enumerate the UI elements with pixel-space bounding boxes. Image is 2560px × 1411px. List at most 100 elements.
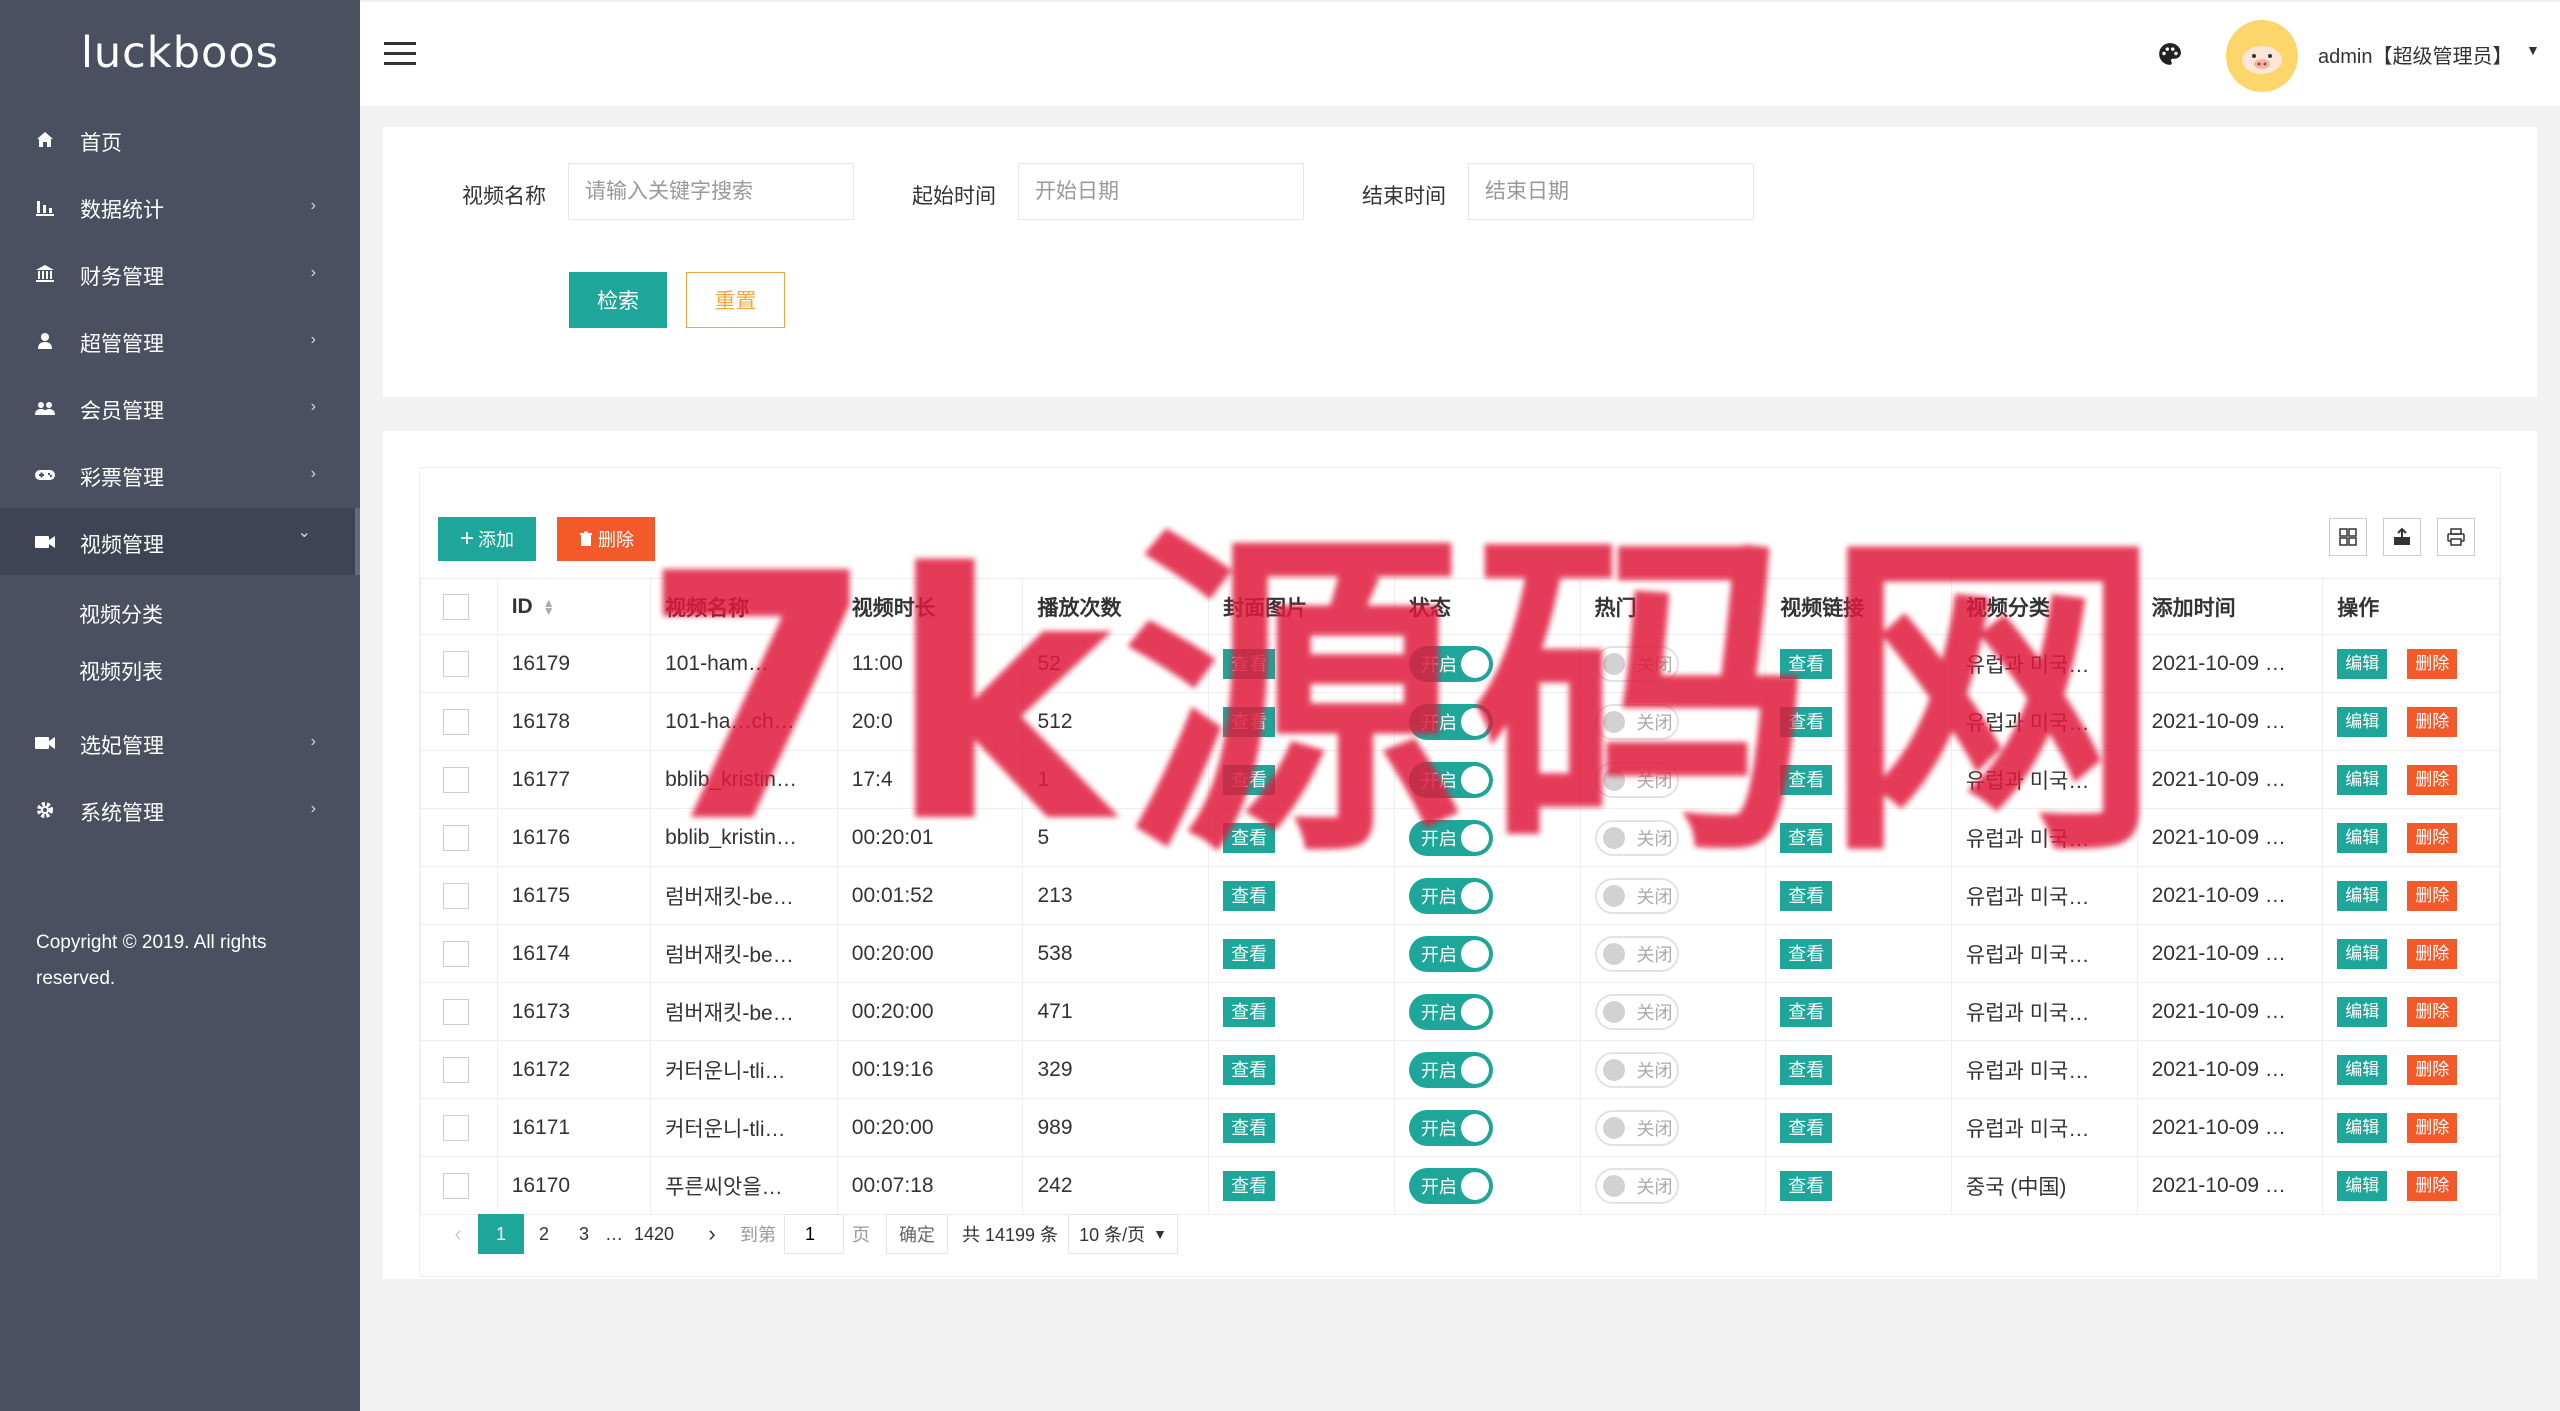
goto-page-input[interactable]: [784, 1214, 844, 1254]
page-3[interactable]: 3: [564, 1214, 604, 1254]
row-checkbox[interactable]: [443, 940, 469, 967]
delete-button[interactable]: 删除: [2407, 1054, 2458, 1085]
hot-toggle[interactable]: 关闭: [1594, 645, 1679, 682]
sort-icon[interactable]: ▲ ▼: [543, 597, 555, 617]
row-checkbox[interactable]: [443, 882, 469, 909]
sidebar-item-6[interactable]: 视频管理 ⌄: [0, 508, 360, 575]
add-button[interactable]: + 添加: [438, 517, 536, 561]
next-page-icon[interactable]: ›: [692, 1214, 732, 1254]
sidebar-subitem-1[interactable]: 视频列表: [0, 642, 360, 699]
status-toggle[interactable]: 开启: [1408, 645, 1493, 682]
status-toggle[interactable]: 开启: [1408, 761, 1493, 798]
status-toggle[interactable]: 开启: [1408, 1109, 1493, 1146]
goto-confirm-button[interactable]: 确定: [886, 1214, 948, 1254]
status-toggle[interactable]: 开启: [1408, 1051, 1493, 1088]
sidebar-subitem-0[interactable]: 视频分类: [0, 585, 360, 642]
edit-button[interactable]: 编辑: [2337, 1112, 2388, 1143]
status-toggle[interactable]: 开启: [1408, 819, 1493, 856]
row-checkbox[interactable]: [443, 650, 469, 677]
view-cover-button[interactable]: 查看: [1223, 938, 1276, 969]
hot-toggle[interactable]: 关闭: [1594, 993, 1679, 1030]
end-date-input[interactable]: [1468, 163, 1754, 220]
prev-page-icon[interactable]: ‹: [438, 1214, 478, 1254]
page-size-select[interactable]: 10 条/页 ▼: [1068, 1214, 1178, 1254]
view-link-button[interactable]: 查看: [1780, 938, 1833, 969]
page-last[interactable]: 1420: [624, 1214, 684, 1254]
status-toggle[interactable]: 开启: [1408, 935, 1493, 972]
avatar[interactable]: [2226, 20, 2298, 92]
view-link-button[interactable]: 查看: [1780, 648, 1833, 679]
edit-button[interactable]: 编辑: [2337, 938, 2388, 969]
print-icon[interactable]: [2437, 518, 2475, 556]
delete-button[interactable]: 删除: [2407, 1170, 2458, 1201]
view-cover-button[interactable]: 查看: [1223, 996, 1276, 1027]
hot-toggle[interactable]: 关闭: [1594, 1167, 1679, 1204]
view-cover-button[interactable]: 查看: [1223, 764, 1276, 795]
delete-button[interactable]: 删除: [2407, 938, 2458, 969]
view-link-button[interactable]: 查看: [1780, 822, 1833, 853]
edit-button[interactable]: 编辑: [2337, 1170, 2388, 1201]
hot-toggle[interactable]: 关闭: [1594, 819, 1679, 856]
view-link-button[interactable]: 查看: [1780, 996, 1833, 1027]
delete-button[interactable]: 删除: [2407, 764, 2458, 795]
row-checkbox[interactable]: [443, 766, 469, 793]
view-link-button[interactable]: 查看: [1780, 1054, 1833, 1085]
edit-button[interactable]: 编辑: [2337, 1054, 2388, 1085]
reset-button[interactable]: 重置: [686, 272, 785, 328]
hot-toggle[interactable]: 关闭: [1594, 761, 1679, 798]
delete-button[interactable]: 删除: [2407, 880, 2458, 911]
sidebar-item-1[interactable]: 数据统计 ›: [0, 173, 360, 240]
search-button[interactable]: 检索: [569, 272, 667, 328]
edit-button[interactable]: 编辑: [2337, 996, 2388, 1027]
view-cover-button[interactable]: 查看: [1223, 1112, 1276, 1143]
status-toggle[interactable]: 开启: [1408, 1167, 1493, 1204]
theme-palette-icon[interactable]: [2157, 41, 2183, 67]
status-toggle[interactable]: 开启: [1408, 993, 1493, 1030]
sidebar-item-0[interactable]: 首页: [0, 106, 360, 173]
video-name-input[interactable]: [568, 163, 854, 220]
status-toggle[interactable]: 开启: [1408, 703, 1493, 740]
status-toggle[interactable]: 开启: [1408, 877, 1493, 914]
admin-username[interactable]: admin【超级管理员】: [2318, 40, 2512, 69]
delete-button[interactable]: 删除: [2407, 648, 2458, 679]
row-checkbox[interactable]: [443, 998, 469, 1025]
row-checkbox[interactable]: [443, 1172, 469, 1199]
row-checkbox[interactable]: [443, 824, 469, 851]
view-link-button[interactable]: 查看: [1780, 764, 1833, 795]
export-icon[interactable]: [2383, 518, 2421, 556]
view-link-button[interactable]: 查看: [1780, 880, 1833, 911]
edit-button[interactable]: 编辑: [2337, 706, 2388, 737]
view-cover-button[interactable]: 查看: [1223, 1170, 1276, 1201]
hot-toggle[interactable]: 关闭: [1594, 1109, 1679, 1146]
row-checkbox[interactable]: [443, 1056, 469, 1083]
view-cover-button[interactable]: 查看: [1223, 822, 1276, 853]
view-link-button[interactable]: 查看: [1780, 1112, 1833, 1143]
col-header-id[interactable]: ID ▲ ▼: [496, 578, 652, 635]
row-checkbox[interactable]: [443, 708, 469, 735]
edit-button[interactable]: 编辑: [2337, 764, 2388, 795]
sidebar-item-8[interactable]: 系统管理 ›: [0, 776, 360, 843]
view-cover-button[interactable]: 查看: [1223, 648, 1276, 679]
view-cover-button[interactable]: 查看: [1223, 880, 1276, 911]
caret-down-icon[interactable]: ▼: [2526, 42, 2540, 58]
sidebar-item-5[interactable]: 彩票管理 ›: [0, 441, 360, 508]
hot-toggle[interactable]: 关闭: [1594, 703, 1679, 740]
sidebar-item-3[interactable]: 超管管理 ›: [0, 307, 360, 374]
view-cover-button[interactable]: 查看: [1223, 1054, 1276, 1085]
edit-button[interactable]: 编辑: [2337, 822, 2388, 853]
select-all-checkbox[interactable]: [443, 593, 469, 620]
hot-toggle[interactable]: 关闭: [1594, 935, 1679, 972]
delete-button[interactable]: 删除: [2407, 1112, 2458, 1143]
view-cover-button[interactable]: 查看: [1223, 706, 1276, 737]
view-link-button[interactable]: 查看: [1780, 1170, 1833, 1201]
sidebar-item-4[interactable]: 会员管理 ›: [0, 374, 360, 441]
menu-toggle-icon[interactable]: [384, 42, 416, 66]
delete-button[interactable]: 删除: [2407, 706, 2458, 737]
delete-button[interactable]: 删除: [2407, 996, 2458, 1027]
columns-filter-icon[interactable]: [2329, 518, 2367, 556]
page-2[interactable]: 2: [524, 1214, 564, 1254]
edit-button[interactable]: 编辑: [2337, 880, 2388, 911]
row-checkbox[interactable]: [443, 1114, 469, 1141]
hot-toggle[interactable]: 关闭: [1594, 1051, 1679, 1088]
hot-toggle[interactable]: 关闭: [1594, 877, 1679, 914]
